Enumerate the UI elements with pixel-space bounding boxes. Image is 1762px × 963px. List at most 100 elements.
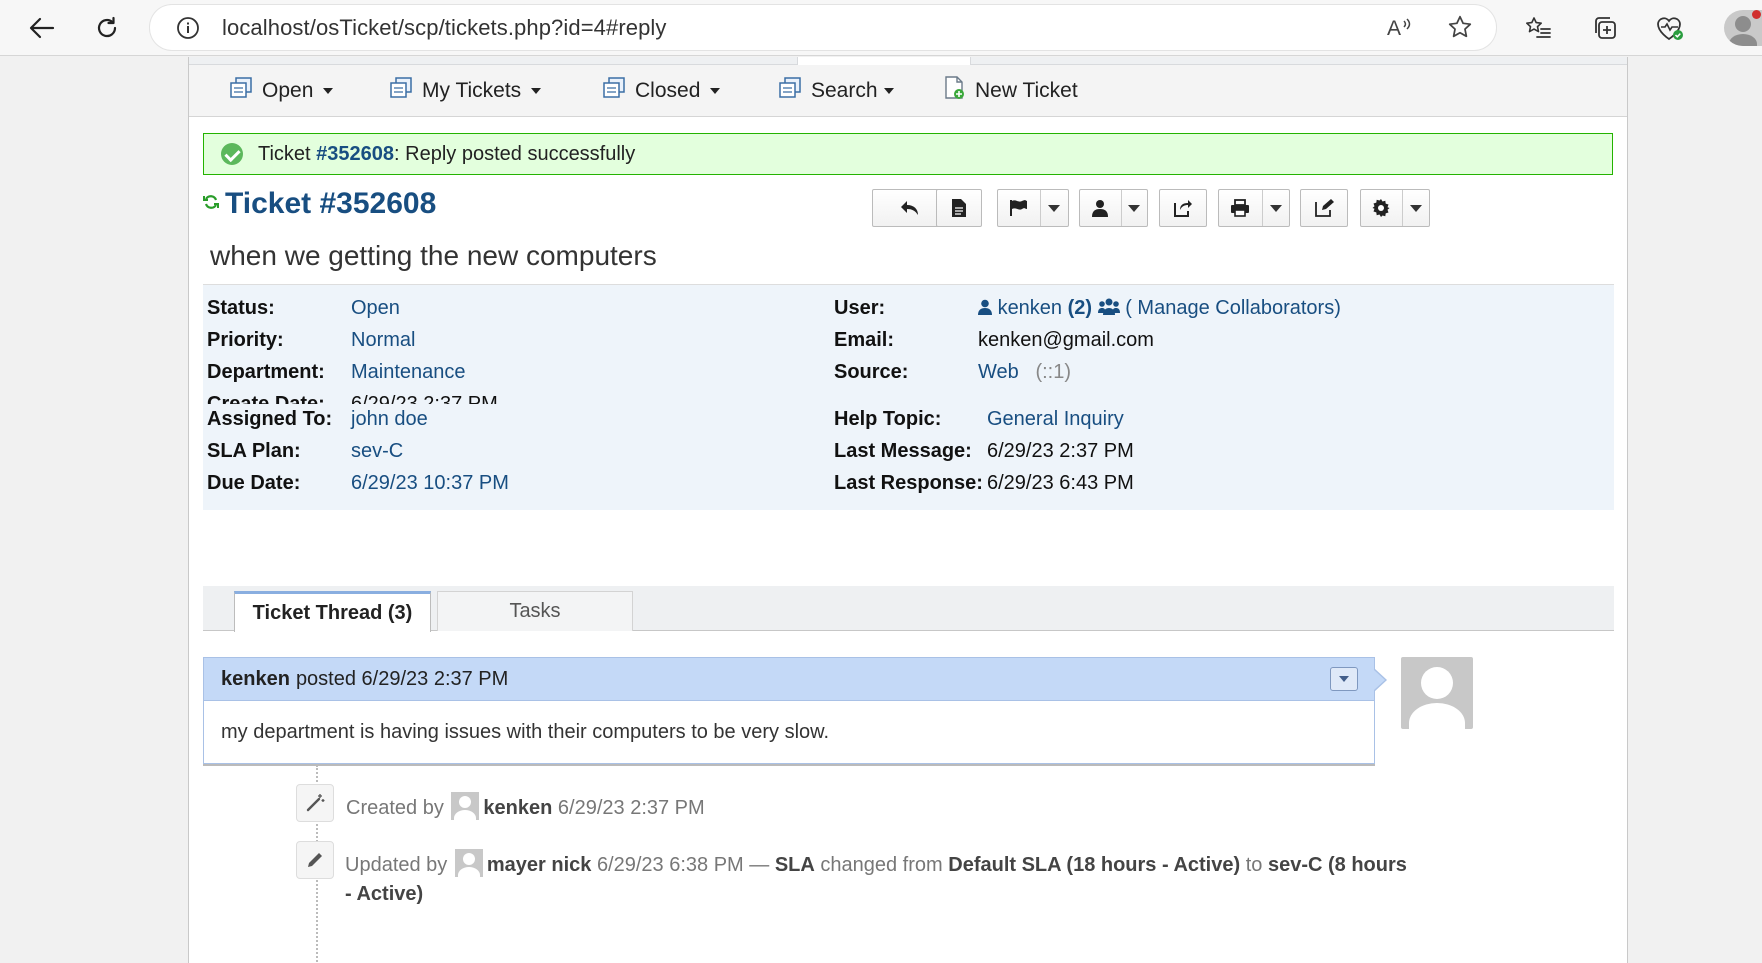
event-from-value: Default SLA (18 hours - Active) — [948, 854, 1241, 876]
sla-value[interactable]: sev-C — [351, 440, 403, 462]
print-icon — [1219, 190, 1262, 226]
chevron-down-icon — [1048, 204, 1061, 212]
tickets-stack-icon — [389, 77, 413, 105]
event-updated-prefix: Updated by — [345, 854, 448, 876]
print-dropdown-button[interactable] — [1218, 189, 1290, 227]
thread-author: kenken — [221, 667, 290, 690]
event-created-time: 6/29/23 2:37 PM — [557, 797, 705, 819]
assigned-label: Assigned To: — [207, 408, 333, 430]
tab-tasks[interactable]: Tasks — [437, 591, 633, 631]
department-value[interactable]: Maintenance — [351, 361, 466, 383]
browser-toolbar: localhost/osTicket/scp/tickets.php?id=4#… — [0, 0, 1762, 56]
info-icon[interactable] — [174, 14, 202, 42]
success-check-icon — [221, 143, 243, 165]
assign-dropdown-button[interactable] — [1079, 189, 1148, 227]
post-note-button[interactable] — [936, 189, 982, 227]
edit-icon — [1315, 199, 1334, 217]
new-ticket-icon — [944, 76, 966, 106]
document-icon — [952, 199, 966, 217]
event-sla-word: SLA — [774, 854, 815, 876]
subnav-closed[interactable]: Closed — [602, 75, 721, 107]
edit-button[interactable] — [1300, 189, 1348, 227]
refresh-icon[interactable] — [203, 193, 219, 216]
browser-essentials-icon[interactable] — [1652, 10, 1688, 46]
priority-value[interactable]: Normal — [351, 329, 415, 351]
poster-avatar — [1401, 657, 1473, 729]
flag-dropdown-button[interactable] — [997, 189, 1069, 227]
user-avatar — [454, 849, 483, 877]
favorite-star-icon[interactable] — [1445, 12, 1475, 42]
back-button[interactable] — [22, 8, 62, 48]
share-icon — [1174, 200, 1192, 217]
priority-label: Priority: — [207, 329, 284, 351]
event-changed-from: changed from — [820, 854, 943, 876]
alert-ticket-number[interactable]: #352608 — [316, 143, 394, 166]
subnav-my-tickets-label: My Tickets — [422, 79, 522, 102]
transfer-button[interactable] — [1159, 189, 1207, 227]
reload-button[interactable] — [87, 8, 127, 48]
due-date-value[interactable]: 6/29/23 10:37 PM — [351, 472, 509, 494]
user-icon — [1080, 190, 1121, 226]
email-label: Email: — [834, 329, 895, 351]
url-text: localhost/osTicket/scp/tickets.php?id=4#… — [222, 14, 667, 40]
thread-posted: posted 6/29/23 2:37 PM — [295, 667, 509, 690]
event-to-word: to — [1245, 854, 1263, 876]
user-link[interactable]: kenken — [998, 297, 1063, 319]
manage-collaborators-link[interactable]: ( Manage Collaborators) — [1125, 297, 1341, 319]
event-created-user: kenken — [483, 797, 553, 819]
chevron-down-icon — [531, 88, 542, 94]
subnav-open-label: Open — [262, 79, 314, 102]
due-date-label: Due Date: — [207, 472, 301, 494]
subnav-new-ticket[interactable]: New Ticket — [944, 75, 1078, 107]
chevron-down-icon — [1128, 204, 1141, 212]
collections-icon[interactable] — [1587, 10, 1623, 46]
user-label: User: — [834, 297, 886, 319]
read-aloud-icon[interactable]: A — [1385, 12, 1415, 42]
ticket-assignment-table: Assigned To: john doe SLA Plan: sev-C Du… — [203, 404, 1614, 510]
event-created: Created by kenken 6/29/23 2:37 PM — [296, 784, 1496, 824]
sla-label: SLA Plan: — [207, 440, 301, 462]
status-value[interactable]: Open — [351, 297, 400, 319]
thread-entry: kenken posted 6/29/23 2:37 PM my departm… — [203, 657, 1387, 764]
alert-prefix: Ticket — [258, 142, 317, 165]
chevron-down-icon — [710, 88, 721, 94]
subnav-new-ticket-label: New Ticket — [975, 79, 1078, 102]
favorites-list-icon[interactable] — [1520, 10, 1556, 46]
address-bar[interactable]: localhost/osTicket/scp/tickets.php?id=4#… — [150, 5, 1496, 50]
settings-dropdown-button[interactable] — [1360, 189, 1430, 227]
back-arrow-icon — [29, 17, 55, 39]
last-response-label: Last Response: — [834, 472, 983, 494]
ticket-title[interactable]: Ticket #352608 — [225, 187, 436, 221]
event-created-prefix: Created by — [346, 797, 444, 819]
ticket-subnav: Open My Tickets Closed Search New Ticket — [189, 65, 1627, 117]
subnav-my-tickets[interactable]: My Tickets — [389, 75, 542, 107]
svg-text:A: A — [1387, 17, 1401, 38]
entry-options-button[interactable] — [1330, 667, 1358, 691]
event-updated-user: mayer nick — [486, 854, 592, 876]
last-response-value: 6/29/23 6:43 PM — [987, 472, 1134, 494]
source-label: Source: — [834, 361, 909, 383]
alert-message: : Reply posted successfully — [394, 142, 636, 165]
ticket-header: Ticket #352608 — [203, 187, 436, 221]
subnav-open[interactable]: Open — [229, 75, 334, 107]
last-message-value: 6/29/23 2:37 PM — [987, 440, 1134, 462]
event-updated-time: 6/29/23 6:38 PM — — [596, 854, 770, 876]
thread-tabs: Ticket Thread (3) Tasks — [203, 586, 1614, 632]
subnav-closed-label: Closed — [635, 79, 701, 102]
user-icon — [978, 297, 992, 319]
collaborators-icon — [1097, 297, 1120, 319]
status-label: Status: — [207, 297, 275, 319]
chevron-down-icon — [323, 88, 334, 94]
pencil-icon — [296, 841, 334, 879]
tickets-stack-icon — [778, 77, 802, 105]
assigned-value[interactable]: john doe — [351, 408, 428, 430]
help-topic-value[interactable]: General Inquiry — [987, 408, 1124, 430]
tab-ticket-thread[interactable]: Ticket Thread (3) — [234, 591, 431, 632]
department-label: Department: — [207, 361, 325, 383]
chevron-down-icon — [1269, 204, 1282, 212]
source-value[interactable]: Web — [978, 361, 1019, 383]
subnav-search[interactable]: Search — [778, 75, 894, 107]
success-alert: Ticket #352608: Reply posted successfull… — [203, 133, 1613, 175]
reply-icon — [901, 201, 918, 215]
user-count[interactable]: (2) — [1068, 297, 1092, 319]
